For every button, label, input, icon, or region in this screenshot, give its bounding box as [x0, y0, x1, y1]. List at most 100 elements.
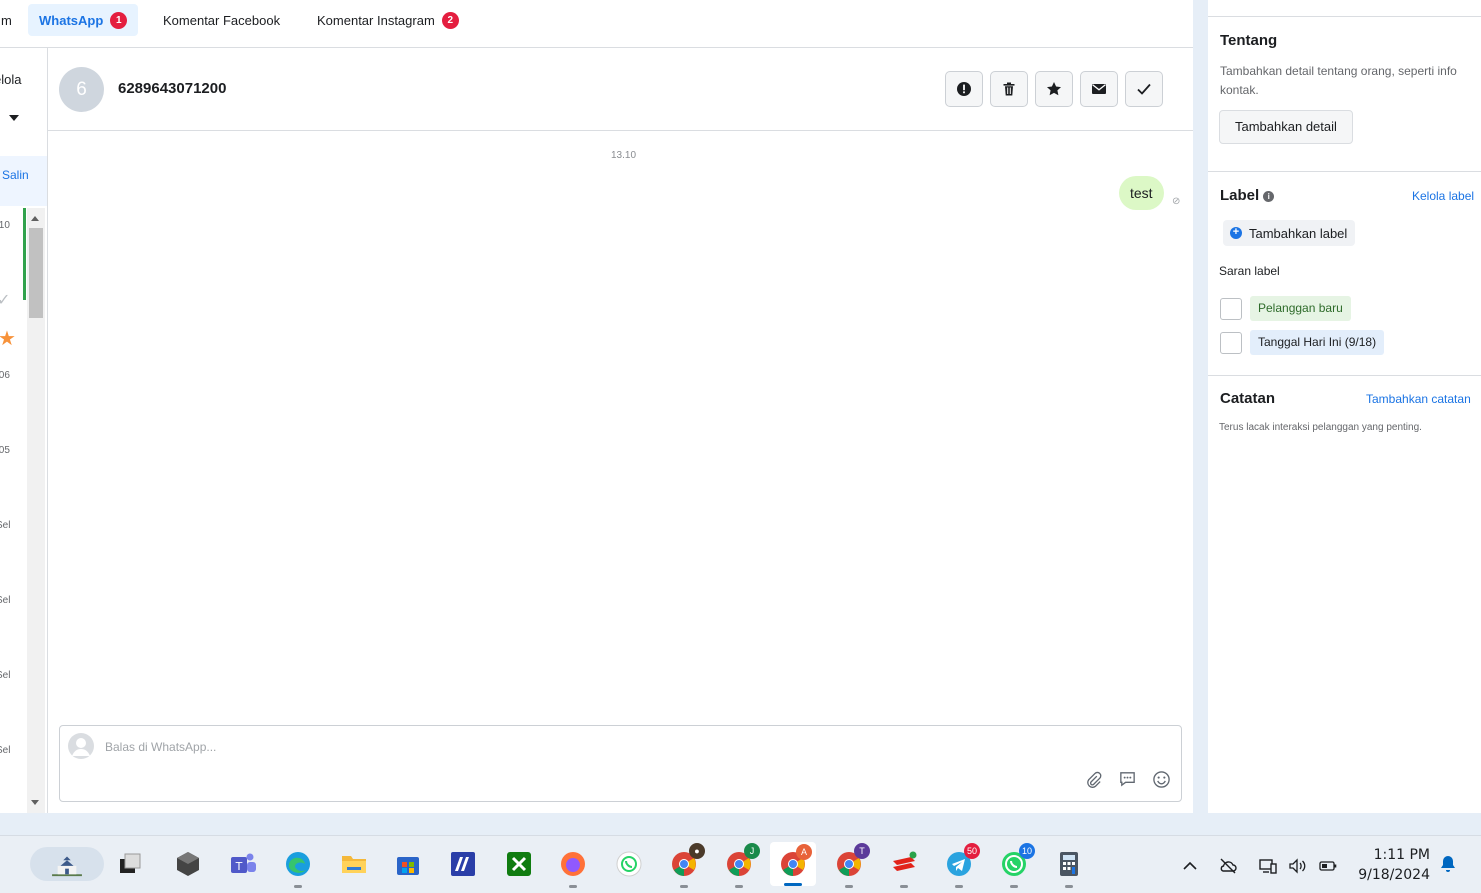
taskbar-app-taskview[interactable]	[113, 847, 147, 881]
emoji-icon[interactable]	[1152, 770, 1171, 789]
profile-badge: T	[854, 843, 870, 859]
suggested-label-tag[interactable]: Pelanggan baru	[1250, 296, 1351, 321]
divider	[1208, 375, 1481, 376]
label-title: Label i	[1220, 187, 1275, 204]
clock-time: 1:11 PM	[1373, 847, 1430, 863]
star-icon: ★	[0, 326, 16, 351]
tab-partial[interactable]: m	[0, 4, 23, 36]
composer-tools	[1084, 770, 1171, 789]
list-item-time[interactable]: .05	[0, 445, 10, 456]
alert-icon	[957, 82, 971, 96]
plus-circle-icon: +	[1230, 227, 1242, 239]
mark-unread-button[interactable]	[1080, 71, 1118, 107]
mark-done-button[interactable]	[1125, 71, 1163, 107]
star-icon	[1047, 82, 1061, 96]
scroll-thumb[interactable]	[29, 228, 43, 318]
taskbar-app-store[interactable]	[391, 847, 425, 881]
label-checkbox[interactable]	[1220, 332, 1242, 354]
reply-input[interactable]: Balas di WhatsApp...	[105, 740, 216, 754]
tab-whatsapp-badge: 1	[110, 11, 128, 29]
running-indicator	[845, 885, 853, 888]
cloud-offline-icon[interactable]	[1218, 856, 1238, 876]
taskbar-app-chrome-active[interactable]: A	[770, 842, 816, 886]
running-indicator	[735, 885, 743, 888]
scroll-up-icon[interactable]	[31, 216, 39, 221]
tab-facebook-comments[interactable]: Komentar Facebook	[152, 4, 291, 36]
running-indicator	[680, 885, 688, 888]
running-indicator	[784, 883, 802, 886]
list-item-time[interactable]: Sel	[0, 595, 10, 606]
manage-labels-link[interactable]: Kelola label	[1412, 189, 1474, 203]
taskbar-app-chrome-3[interactable]: T	[832, 843, 870, 888]
volume-icon[interactable]	[1287, 856, 1307, 876]
network-icon[interactable]	[1258, 856, 1278, 876]
remote-desktop-icon	[893, 851, 917, 871]
widgets-button[interactable]	[30, 847, 104, 881]
taskview-icon	[120, 853, 141, 873]
list-item-time[interactable]: .06	[0, 370, 10, 381]
scroll-down-icon[interactable]	[31, 800, 39, 805]
conversation-header: 6 6289643071200	[48, 48, 1193, 131]
message-timestamp: 13.10	[611, 150, 637, 161]
mark-spam-button[interactable]	[945, 71, 983, 107]
info-icon[interactable]: i	[1263, 191, 1275, 202]
star-button[interactable]	[1035, 71, 1073, 107]
taskbar-app-firefox[interactable]	[556, 847, 590, 888]
add-detail-button[interactable]: Tambahkan detail	[1219, 110, 1353, 144]
saved-reply-icon[interactable]	[1118, 770, 1137, 789]
taskbar-app-whatsapp[interactable]: 10	[997, 843, 1035, 888]
divider	[1208, 171, 1481, 172]
add-label-button[interactable]: + Tambahkan label	[1223, 220, 1356, 246]
running-indicator	[1010, 885, 1018, 888]
notification-badge: 10	[1018, 843, 1035, 859]
taskbar-app-teams[interactable]: T	[226, 847, 260, 881]
taskbar-app-xbox[interactable]	[502, 847, 536, 881]
tab-whatsapp[interactable]: WhatsApp 1	[28, 4, 139, 36]
chevron-down-icon[interactable]	[9, 115, 19, 121]
taskbar-app-calculator[interactable]	[1052, 847, 1086, 888]
taskbar-app-explorer[interactable]	[337, 847, 371, 881]
about-description: Tambahkan detail tentang orang, seperti …	[1220, 64, 1457, 97]
label-checkbox[interactable]	[1220, 298, 1242, 320]
firefox-icon	[561, 852, 585, 876]
taskbar-app-whatsapp-web[interactable]	[612, 847, 646, 881]
calculator-icon	[1060, 852, 1078, 876]
add-note-link[interactable]: Tambahkan catatan	[1366, 392, 1471, 406]
taskbar-app-chrome-1[interactable]: ●	[667, 843, 705, 888]
contact-name: 6289643071200	[118, 80, 227, 97]
taskbar-app-anydesk[interactable]	[887, 847, 921, 888]
outgoing-message[interactable]: test	[1119, 176, 1164, 210]
manage-link[interactable]: elola	[0, 72, 21, 87]
channel-tabs: m WhatsApp 1 Komentar Facebook Komentar …	[0, 0, 1193, 48]
taskbar-app-telegram[interactable]: 50	[942, 843, 980, 888]
list-item-time[interactable]: Sel	[0, 670, 10, 681]
avatar: 6	[59, 67, 104, 112]
tab-partial-label: m	[1, 12, 12, 28]
taskbar-app-unity[interactable]	[171, 847, 205, 881]
list-item-time[interactable]: .10	[0, 220, 10, 231]
suggested-label-tag[interactable]: Tanggal Hari Ini (9/18)	[1250, 330, 1385, 355]
taskbar-app-chrome-2[interactable]: J	[722, 843, 760, 888]
chevron-up-icon[interactable]	[1180, 856, 1200, 876]
profile-badge: J	[744, 843, 760, 859]
folder-icon	[342, 856, 366, 873]
delete-button[interactable]	[990, 71, 1028, 107]
store-icon	[397, 857, 419, 875]
reply-composer[interactable]: Balas di WhatsApp...	[59, 725, 1182, 802]
list-scrollbar[interactable]	[27, 208, 45, 813]
list-item-time[interactable]: Sel	[0, 745, 10, 756]
copy-link[interactable]: Salin	[2, 168, 29, 182]
running-indicator	[1065, 885, 1073, 888]
teams-icon: T	[231, 853, 256, 873]
notification-bell-icon[interactable]	[1438, 854, 1458, 874]
battery-icon[interactable]	[1318, 856, 1338, 876]
paperclip-icon[interactable]	[1084, 770, 1103, 789]
cube-app-icon	[177, 852, 199, 876]
trash-icon	[1003, 82, 1015, 96]
system-clock[interactable]: 1:11 PM 9/18/2024	[1352, 845, 1430, 885]
tab-instagram-comments[interactable]: Komentar Instagram 2	[306, 4, 470, 36]
taskbar-app-visualstudio[interactable]	[446, 847, 480, 881]
list-item-time[interactable]: Sel	[0, 520, 10, 531]
taskbar-app-edge[interactable]	[281, 847, 315, 888]
clock-date: 9/18/2024	[1358, 867, 1430, 883]
